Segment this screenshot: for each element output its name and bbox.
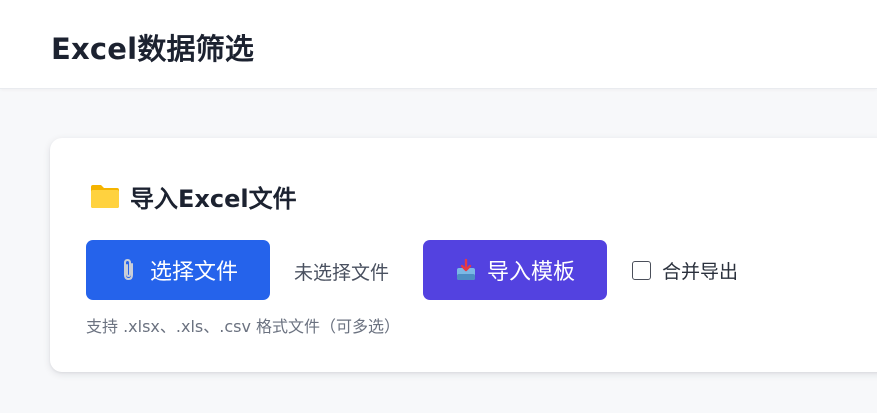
supported-formats-hint: 支持 .xlsx、.xls、.csv 格式文件（可多选） [86, 317, 401, 336]
choose-file-label: 选择文件 [149, 260, 238, 285]
section-title: 导入Excel文件 [130, 184, 297, 213]
import-card: 导入Excel文件 选择文件 未选择文件 导入模板 合并导出 支持 .xlsx、… [50, 138, 877, 372]
paperclip-icon [118, 258, 140, 282]
merge-export-option[interactable]: 合并导出 [632, 257, 738, 283]
choose-file-button[interactable]: 选择文件 [86, 240, 270, 300]
inbox-tray-icon [455, 258, 477, 282]
section-heading: 导入Excel文件 [90, 180, 297, 213]
import-template-label: 导入模板 [486, 260, 575, 285]
app-title: Excel数据筛选 [51, 32, 255, 66]
folder-icon [90, 183, 120, 209]
merge-export-checkbox[interactable] [632, 260, 651, 280]
import-template-button[interactable]: 导入模板 [423, 240, 607, 300]
no-file-selected-text: 未选择文件 [294, 262, 390, 284]
merge-export-label: 合并导出 [662, 260, 739, 283]
top-bar: Excel数据筛选 [0, 0, 877, 89]
